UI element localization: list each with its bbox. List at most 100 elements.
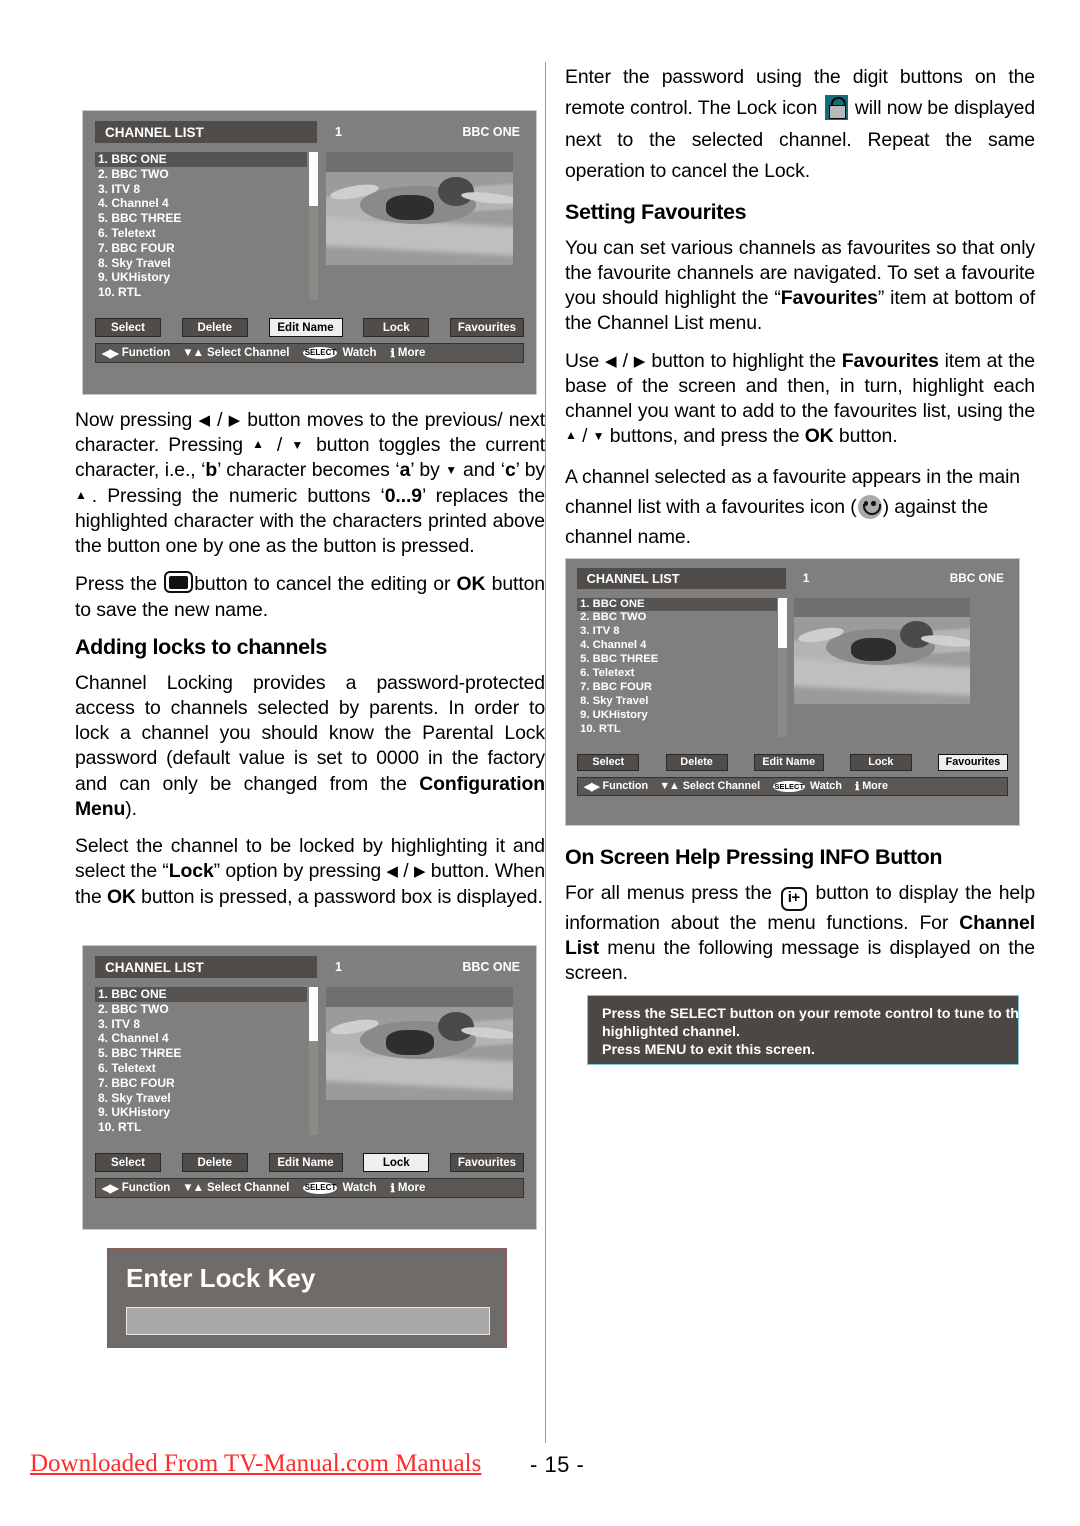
osd-channel-item[interactable]: 6. Teletext xyxy=(95,1061,307,1076)
osd-title: CHANNEL LIST xyxy=(95,121,317,143)
osd-channel-item[interactable]: 10. RTL xyxy=(577,723,776,737)
down-arrow-icon xyxy=(291,435,307,454)
paragraph-channel-locking: Channel Locking provides a password-prot… xyxy=(75,671,545,820)
down-up-arrow-icon: ▼▲ xyxy=(182,347,204,359)
osd-scrollbar-thumb[interactable] xyxy=(778,597,787,649)
osd-channel-item[interactable]: 3. ITV 8 xyxy=(577,625,776,639)
osd-channel-item[interactable]: 2. BBC TWO xyxy=(95,167,307,182)
osd-button-favourites[interactable]: Favourites xyxy=(450,1153,524,1172)
right-arrow-icon xyxy=(229,410,241,429)
osd-button-lock[interactable]: Lock xyxy=(363,1153,430,1172)
osd-channel-item[interactable]: 1. BBC ONE xyxy=(577,597,777,612)
osd-channel-list[interactable]: 1. BBC ONE 2. BBC TWO 3. ITV 8 4. Channel 4… xyxy=(577,597,777,739)
osd-channel-item[interactable]: 1. BBC ONE xyxy=(95,152,307,167)
osd-header: CHANNEL LIST 1 BBC ONE xyxy=(95,956,524,978)
osd-channel-list[interactable]: 1. BBC ONE 2. BBC TWO 3. ITV 8 4. Channel 4… xyxy=(95,987,307,1137)
osd-screen: CHANNEL LIST 1 BBC ONE 1. BBC ONE 2. BBC TWO… xyxy=(566,559,1019,825)
ok-label: OK xyxy=(106,885,136,908)
osd-channel-item[interactable]: 3. ITV 8 xyxy=(95,182,307,197)
favourites-label: Favourites xyxy=(841,349,939,372)
left-arrow-icon xyxy=(198,410,210,429)
osd-scrollbar-thumb[interactable] xyxy=(309,987,318,1041)
right-text-block-top: Enter the password using the digit butto… xyxy=(565,62,1035,564)
paragraph-info-button: For all menus press the i+ button to dis… xyxy=(565,882,1035,985)
osd-channel-item[interactable]: 9. UKHistory xyxy=(95,1105,307,1120)
info-circle-icon: ℹ xyxy=(390,1183,396,1195)
osd-channel-item[interactable]: 2. BBC TWO xyxy=(577,611,776,625)
osd-channel-item[interactable]: 9. UKHistory xyxy=(577,709,776,723)
osd-status-more: ℹ More xyxy=(390,347,426,360)
osd-channel-item[interactable]: 10. RTL xyxy=(95,285,307,300)
osd-status-select-channel: ▼▲ Select Channel xyxy=(182,1182,290,1194)
help-line-1: Press the SELECT button on your remote c… xyxy=(602,1006,1027,1022)
left-right-arrow-icon: ◀▶ xyxy=(102,1183,119,1195)
osd-button-lock[interactable]: Lock xyxy=(363,318,430,337)
osd-channel-number: 1 xyxy=(335,960,342,974)
osd-button-lock[interactable]: Lock xyxy=(849,753,912,772)
osd-status-bar: ◀▶ Function ▼▲ Select Channel SELECT Watch ℹ Mo… xyxy=(577,777,1008,796)
osd-channel-item[interactable]: 6. Teletext xyxy=(95,226,307,241)
osd-scrollbar[interactable] xyxy=(309,152,318,300)
osd-header: CHANNEL LIST 1 BBC ONE xyxy=(577,568,1007,590)
osd-channel-item[interactable]: 8. Sky Travel xyxy=(577,695,776,709)
lock-key-input[interactable] xyxy=(126,1307,490,1335)
favourite-smiley-icon xyxy=(857,494,882,519)
osd-status-bar: ◀▶ Function ▼▲ Select Channel SELECT Watch ℹ Mo… xyxy=(95,1178,524,1198)
osd-button-delete[interactable]: Delete xyxy=(665,753,728,772)
osd-channel-item[interactable]: 8. Sky Travel xyxy=(95,256,307,271)
osd-channel-item[interactable]: 9. UKHistory xyxy=(95,270,307,285)
heading-on-screen-help: On Screen Help Pressing INFO Button xyxy=(565,845,943,869)
osd-channel-item[interactable]: 4. Channel 4 xyxy=(95,196,307,211)
osd-channel-item[interactable]: 5. BBC THREE xyxy=(577,653,776,667)
osd-channel-item[interactable]: 7. BBC FOUR xyxy=(95,241,307,256)
manual-page: CHANNEL LIST 1 BBC ONE 1. BBC ONE 2. BBC TWO… xyxy=(0,0,1080,1526)
help-message-box: Press the SELECT button on your remote c… xyxy=(587,995,1027,1065)
heading-adding-locks: Adding locks to channels xyxy=(75,634,328,659)
osd-button-edit-name[interactable]: Edit Name xyxy=(268,318,343,337)
left-text-block: Now pressing / button moves to the previ… xyxy=(75,408,545,910)
osd-button-delete[interactable]: Delete xyxy=(181,318,248,337)
osd-button-edit-name[interactable]: Edit Name xyxy=(268,1153,343,1172)
osd-status-select-channel: ▼▲ Select Channel xyxy=(182,347,290,359)
left-arrow-icon xyxy=(386,861,398,880)
osd-channel-list[interactable]: 1. BBC ONE 2. BBC TWO 3. ITV 8 4. Channel 4… xyxy=(95,152,307,302)
osd-channel-item[interactable]: 8. Sky Travel xyxy=(95,1091,307,1106)
osd-status-function: ◀▶ Function xyxy=(583,780,649,793)
osd-channel-item[interactable]: 1. BBC ONE xyxy=(95,987,307,1002)
osd-channel-item[interactable]: 4. Channel 4 xyxy=(577,639,776,653)
osd-scrollbar-thumb[interactable] xyxy=(309,152,318,206)
osd-channel-item[interactable]: 7. BBC FOUR xyxy=(95,1076,307,1091)
osd-button-favourites[interactable]: Favourites xyxy=(450,318,524,337)
down-arrow-icon xyxy=(593,426,605,445)
osd-channel-item[interactable]: 3. ITV 8 xyxy=(95,1017,307,1032)
char-a: a xyxy=(399,459,411,482)
osd-status-watch: SELECT Watch xyxy=(773,780,842,793)
osd-button-bar: Select Delete Edit Name Lock Favourites xyxy=(95,1153,524,1172)
osd-channel-item[interactable]: 6. Teletext xyxy=(577,667,776,681)
osd-channel-item[interactable]: 5. BBC THREE xyxy=(95,1046,307,1061)
select-pill-icon: SELECT xyxy=(303,347,338,359)
ok-label: OK xyxy=(804,425,834,448)
osd-button-edit-name[interactable]: Edit Name xyxy=(753,753,824,772)
osd-button-favourites[interactable]: Favourites xyxy=(938,753,1008,772)
osd-channel-item[interactable]: 5. BBC THREE xyxy=(95,211,307,226)
osd-channel-item[interactable]: 10. RTL xyxy=(95,1120,307,1135)
osd-button-select[interactable]: Select xyxy=(95,1153,161,1172)
osd-scrollbar[interactable] xyxy=(309,987,318,1135)
osd-channel-item[interactable]: 2. BBC TWO xyxy=(95,1002,307,1017)
osd-status-watch: SELECT Watch xyxy=(303,347,377,359)
watermark-link[interactable]: Downloaded From TV-Manual.com Manuals xyxy=(30,1450,481,1478)
right-arrow-icon xyxy=(634,351,646,370)
char-b: b xyxy=(205,459,218,482)
osd-button-select[interactable]: Select xyxy=(95,318,161,337)
osd-button-select[interactable]: Select xyxy=(577,753,640,772)
lock-label: Lock xyxy=(168,860,214,883)
osd-channel-name: BBC ONE xyxy=(949,572,1004,586)
osd-channel-number: 1 xyxy=(335,125,342,139)
osd-channel-item[interactable]: 7. BBC FOUR xyxy=(577,681,776,695)
osd-channel-item[interactable]: 4. Channel 4 xyxy=(95,1031,307,1046)
paragraph-favourites-intro: You can set various channels as favourit… xyxy=(565,236,1035,335)
osd-button-delete[interactable]: Delete xyxy=(181,1153,248,1172)
osd-scrollbar[interactable] xyxy=(778,597,787,737)
heading-setting-favourites: Setting Favourites xyxy=(565,199,747,224)
